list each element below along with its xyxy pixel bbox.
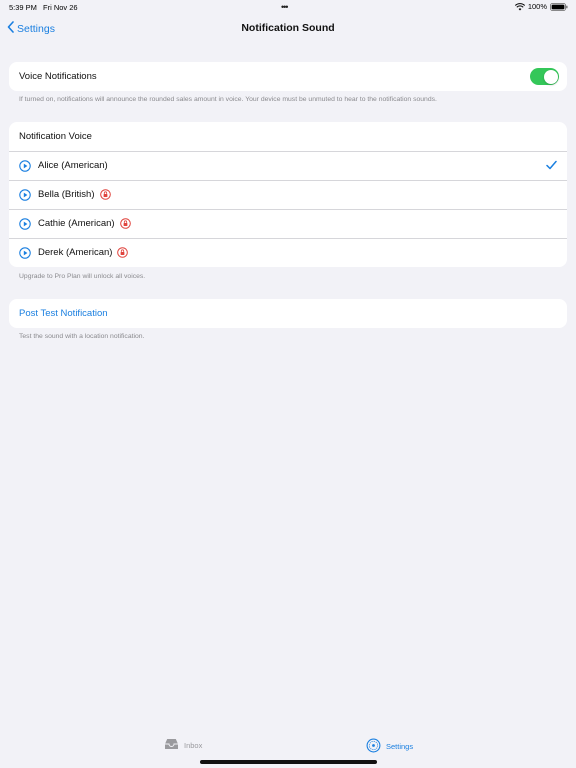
notification-voice-header: Notification Voice — [9, 122, 567, 151]
notification-voice-card: Notification Voice Alice (American) Bell… — [9, 122, 567, 267]
battery-icon — [550, 2, 568, 11]
status-time: 5:39 PM — [9, 3, 37, 12]
notification-voice-header-label: Notification Voice — [19, 131, 92, 142]
navigation-bar: Settings Notification Sound — [0, 16, 576, 40]
play-icon[interactable] — [19, 159, 31, 172]
voice-name: Bella (British) — [38, 189, 95, 200]
wifi-icon — [514, 2, 525, 11]
voice-option-derek[interactable]: Derek (American) — [9, 238, 567, 267]
test-notification-card: Post Test Notification — [9, 299, 567, 328]
voice-option-bella[interactable]: Bella (British) — [9, 180, 567, 209]
voice-notifications-row: Voice Notifications — [9, 62, 567, 91]
notification-voice-footnote: Upgrade to Pro Plan will unlock all voic… — [19, 273, 146, 280]
status-date: Fri Nov 26 — [43, 3, 78, 12]
tab-settings[interactable]: Settings — [366, 738, 413, 755]
play-icon[interactable] — [19, 246, 31, 259]
play-icon[interactable] — [19, 188, 31, 201]
tab-inbox-label: Inbox — [184, 740, 203, 750]
post-test-notification-button[interactable]: Post Test Notification — [9, 299, 567, 328]
tab-inbox[interactable]: Inbox — [164, 738, 202, 752]
tray-icon — [164, 738, 179, 752]
lock-icon — [99, 189, 111, 200]
voice-option-cathie[interactable]: Cathie (American) — [9, 209, 567, 238]
home-indicator[interactable] — [200, 760, 377, 764]
page-title: Notification Sound — [241, 22, 335, 34]
voice-name: Cathie (American) — [38, 218, 115, 229]
battery-percent: 100% — [527, 2, 547, 11]
checkmark-icon — [546, 160, 557, 173]
voice-name: Derek (American) — [38, 247, 113, 258]
voice-notifications-toggle[interactable] — [530, 68, 559, 85]
lock-icon — [119, 218, 131, 229]
voice-notifications-card: Voice Notifications — [9, 62, 567, 91]
play-icon[interactable] — [19, 217, 31, 230]
lock-icon — [117, 247, 129, 258]
status-indicators: 100% — [514, 2, 568, 11]
test-notification-footnote: Test the sound with a location notificat… — [19, 333, 145, 340]
voice-notifications-label: Voice Notifications — [19, 71, 97, 82]
multitasking-dots-icon[interactable]: ••• — [281, 2, 289, 12]
status-bar: 5:39 PM Fri Nov 26 ••• 100% — [0, 0, 576, 14]
tab-settings-label: Settings — [386, 742, 414, 751]
post-test-notification-label: Post Test Notification — [19, 308, 108, 319]
gear-icon — [366, 738, 381, 755]
voice-option-alice[interactable]: Alice (American) — [9, 151, 567, 180]
toggle-knob — [543, 69, 558, 84]
voice-name: Alice (American) — [38, 160, 108, 171]
voice-notifications-footnote: If turned on, notifications will announc… — [19, 96, 437, 103]
